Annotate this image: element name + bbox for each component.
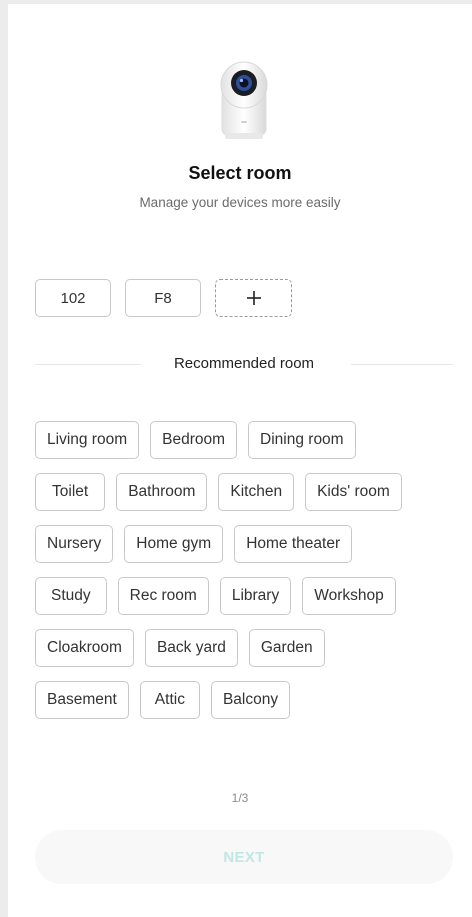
room-suggestion-cloakroom[interactable]: Cloakroom (35, 629, 134, 667)
room-suggestion-living-room[interactable]: Living room (35, 421, 140, 459)
chip-row: Basement Attic Balcony (35, 681, 455, 719)
chip-row: Study Rec room Library Workshop (35, 577, 455, 615)
room-suggestion-back-yard[interactable]: Back yard (144, 629, 238, 667)
recommended-divider: Recommended room (35, 354, 453, 374)
next-button[interactable]: NEXT (35, 830, 453, 884)
add-room-button[interactable] (215, 279, 292, 317)
page-title: Select room (188, 163, 292, 183)
chip-row: Toilet Bathroom Kitchen Kids' room (35, 473, 455, 511)
room-suggestion-rec-room[interactable]: Rec room (117, 577, 209, 615)
camera-device-icon (220, 61, 268, 139)
room-suggestion-library[interactable]: Library (219, 577, 292, 615)
room-suggestion-dining-room[interactable]: Dining room (248, 421, 356, 459)
page-indicator: 1/3 (231, 791, 249, 805)
room-suggestion-bathroom[interactable]: Bathroom (116, 473, 208, 511)
page-subtitle: Manage your devices more easily (139, 195, 341, 210)
room-suggestion-kitchen[interactable]: Kitchen (218, 473, 295, 511)
room-chip-f8[interactable]: F8 (125, 279, 201, 317)
room-suggestion-kids-room[interactable]: Kids' room (305, 473, 402, 511)
room-suggestion-study[interactable]: Study (35, 577, 107, 615)
room-suggestion-basement[interactable]: Basement (35, 681, 129, 719)
room-suggestion-balcony[interactable]: Balcony (210, 681, 291, 719)
chip-row: Living room Bedroom Dining room (35, 421, 455, 459)
screen: Select room Manage your devices more eas… (8, 4, 472, 917)
room-suggestion-workshop[interactable]: Workshop (302, 577, 396, 615)
room-chip-102[interactable]: 102 (35, 279, 111, 317)
plus-icon (246, 291, 261, 305)
chip-row: Nursery Home gym Home theater (35, 525, 455, 563)
room-suggestion-toilet[interactable]: Toilet (35, 473, 106, 511)
recommended-room-list: Living room Bedroom Dining room Toilet B… (35, 421, 455, 733)
room-suggestion-bedroom[interactable]: Bedroom (150, 421, 238, 459)
room-suggestion-garden[interactable]: Garden (248, 629, 325, 667)
chip-row: Cloakroom Back yard Garden (35, 629, 455, 667)
room-suggestion-home-gym[interactable]: Home gym (124, 525, 224, 563)
room-suggestion-home-theater[interactable]: Home theater (234, 525, 353, 563)
existing-rooms: 102 F8 (35, 279, 292, 317)
divider-line-right (351, 364, 453, 365)
room-suggestion-attic[interactable]: Attic (139, 681, 200, 719)
room-suggestion-nursery[interactable]: Nursery (35, 525, 114, 563)
